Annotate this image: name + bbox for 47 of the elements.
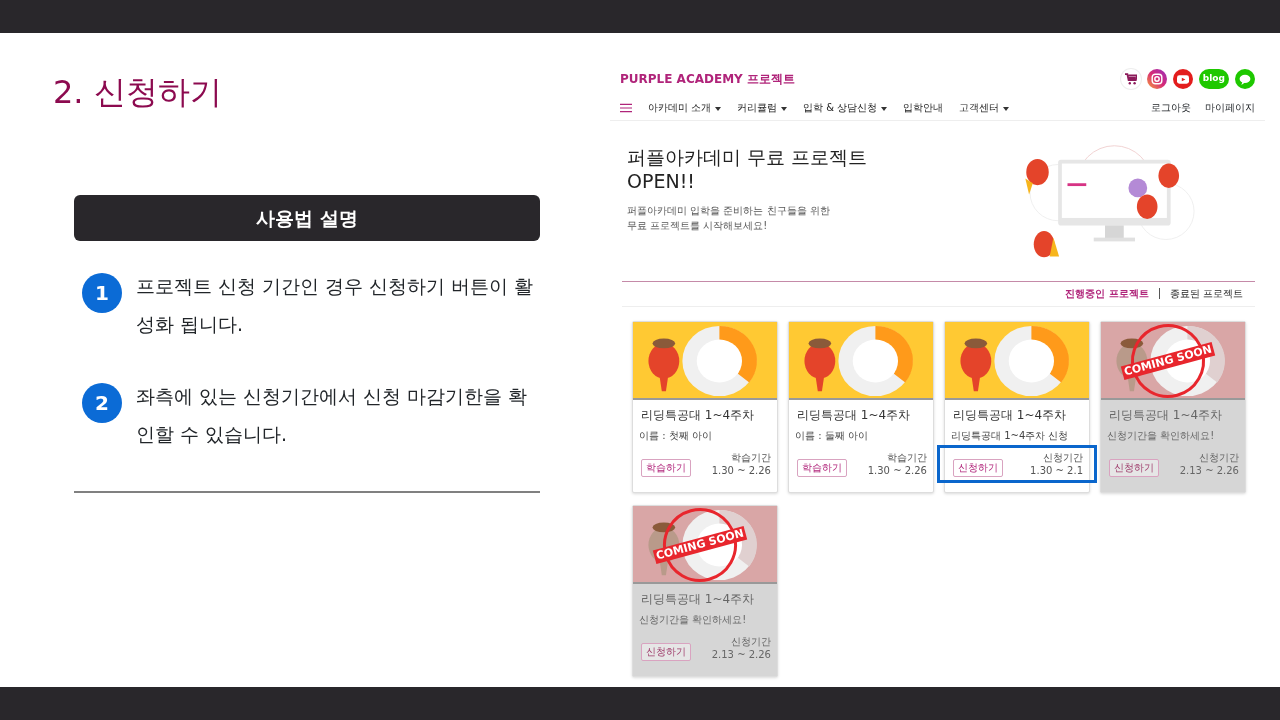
slide-title: 2. 신청하기	[53, 73, 223, 112]
card-action-button[interactable]: 학습하기	[641, 459, 691, 477]
user-link[interactable]: 로그아웃	[1151, 100, 1191, 115]
card-action-button[interactable]: 신청하기	[641, 643, 691, 661]
tab[interactable]: 종료된 프로젝트	[1169, 286, 1243, 301]
card-title: 리딩특공대 1~4주차	[796, 407, 912, 424]
period-dates: 1.30 ~ 2.26	[867, 464, 927, 477]
step-number: 1	[82, 273, 122, 314]
nav-item[interactable]: 입학 & 상담신청	[803, 100, 888, 115]
nav-item[interactable]: 고객센터	[959, 100, 1010, 115]
step-text: 좌측에 있는 신청기간에서 신청 마감기한을 확인할 수 있습니다.	[136, 384, 529, 448]
guide-header: 사용법 설명	[74, 195, 540, 242]
card-subtitle: 신청기간을 확인하세요!	[638, 613, 748, 627]
period-label: 학습기간	[730, 451, 771, 464]
card-title: 리딩특공대 1~4주차	[952, 407, 1068, 424]
card-title: 리딩특공대 1~4주차	[640, 591, 756, 608]
menu-icon[interactable]	[620, 102, 632, 113]
tab[interactable]: 진행중인 프로젝트	[1065, 286, 1149, 301]
period-label: 신청기간	[730, 635, 771, 648]
card-action-button[interactable]: 신청하기	[1109, 459, 1159, 477]
period-label: 신청기간	[1198, 451, 1239, 464]
card-subtitle: 이름 : 첫째 아이	[638, 429, 713, 443]
period-label: 학습기간	[886, 451, 927, 464]
card-title: 리딩특공대 1~4주차	[640, 407, 756, 424]
period-label: 신청기간	[1042, 451, 1083, 464]
step-number: 2	[82, 383, 122, 424]
step-text: 프로젝트 신청 기간인 경우 신청하기 버튼이 활성화 됩니다.	[136, 274, 535, 338]
instagram-icon[interactable]	[1146, 69, 1167, 89]
nav-item[interactable]: 아카데미 소개	[648, 100, 722, 115]
cart-icon[interactable]	[1120, 69, 1141, 89]
card-title: 리딩특공대 1~4주차	[1108, 407, 1224, 424]
period-dates: 2.13 ~ 2.26	[711, 648, 771, 661]
hero-title: 퍼플아카데미 무료 프로젝트 OPEN!!	[627, 145, 869, 193]
card-subtitle: 신청기간을 확인하세요!	[1106, 429, 1216, 443]
period-dates: 1.30 ~ 2.1	[1030, 464, 1083, 477]
play-icon[interactable]	[1172, 69, 1193, 89]
period-dates: 2.13 ~ 2.26	[1179, 464, 1239, 477]
nav-item[interactable]: 입학안내	[903, 100, 944, 115]
card-action-button[interactable]: 신청하기	[953, 459, 1003, 477]
site-logo[interactable]: PURPLE ACADEMY 프로젝트	[620, 70, 795, 88]
card-subtitle: 이름 : 둘째 아이	[794, 429, 869, 443]
card-action-button[interactable]: 학습하기	[797, 459, 847, 477]
period-dates: 1.30 ~ 2.26	[711, 464, 771, 477]
card-subtitle: 리딩특공대 1~4주차 신청	[950, 429, 1070, 443]
nav-item[interactable]: 커리큘럼	[737, 100, 788, 115]
user-link[interactable]: 마이페이지	[1205, 100, 1255, 115]
hero-text: 퍼플아카데미 입학을 준비하는 친구들을 위한 무료 프로젝트를 시작해보세요!	[627, 204, 831, 233]
